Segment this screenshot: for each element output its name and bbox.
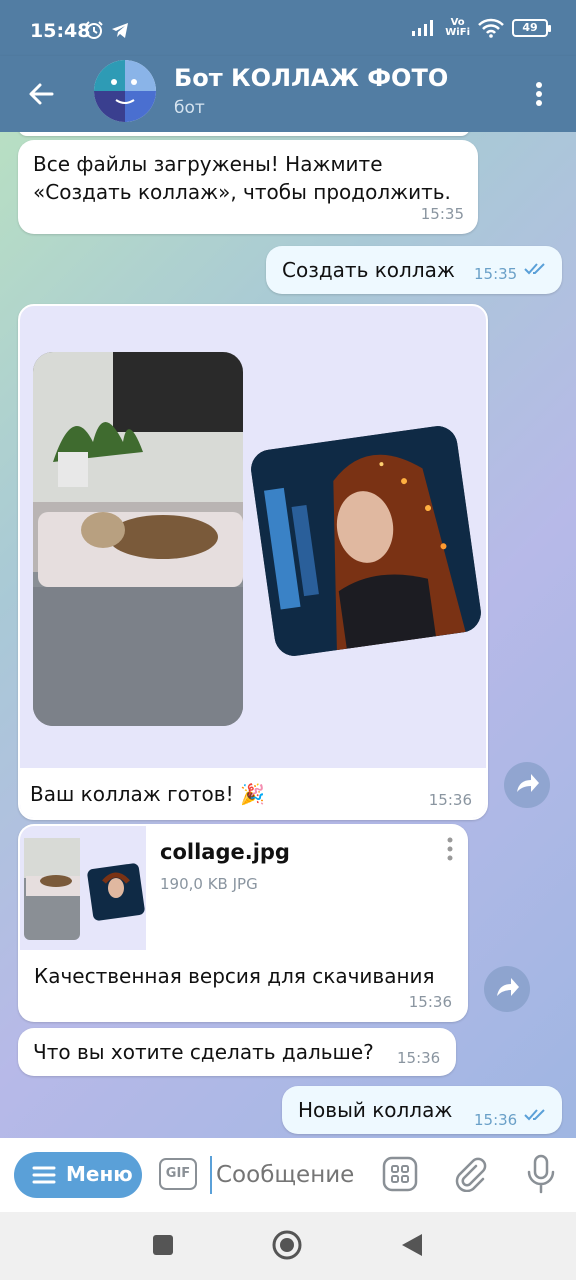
hamburger-icon <box>32 1166 56 1184</box>
recent-apps-icon[interactable] <box>152 1234 174 1256</box>
message-time: 15:36 <box>474 1111 518 1129</box>
file-message[interactable]: collage.jpg 190,0 KB JPG Качественная ве… <box>18 824 468 1022</box>
battery-icon: 49 <box>512 19 551 37</box>
message-time: 15:36 <box>408 993 452 1011</box>
back-nav-icon[interactable] <box>400 1232 424 1258</box>
telegram-icon <box>112 23 128 38</box>
caption-area: Ваш коллаж готов! 🎉 15:36 <box>20 768 486 818</box>
file-name[interactable]: collage.jpg <box>160 838 290 866</box>
bot-commands-icon[interactable] <box>382 1156 418 1192</box>
message-text: Что вы хотите сделать дальше? <box>33 1040 374 1064</box>
double-check-icon <box>524 1109 545 1121</box>
alarm-icon <box>85 21 103 39</box>
forward-button[interactable] <box>504 762 550 808</box>
bot-menu-button[interactable]: Меню <box>14 1152 142 1198</box>
cat-photo[interactable] <box>33 352 243 726</box>
message-input[interactable] <box>210 1156 370 1194</box>
double-check-icon <box>524 263 545 275</box>
chat-subtitle: бот <box>174 98 205 118</box>
message-incoming[interactable]: Что вы хотите сделать дальше? 15:36 <box>18 1028 456 1076</box>
file-options-icon[interactable] <box>440 834 460 864</box>
message-outgoing[interactable]: Создать коллаж 15:35 <box>266 246 562 294</box>
message-composer: Меню GIF <box>0 1138 576 1212</box>
portrait-photo[interactable] <box>248 423 484 659</box>
back-arrow-icon[interactable] <box>22 74 62 114</box>
status-right-icons: Vo WiFi 49 <box>411 17 551 38</box>
message-outgoing[interactable]: Новый коллаж 15:36 <box>282 1086 562 1134</box>
previous-message <box>18 132 470 136</box>
message-text: Создать коллаж <box>282 258 455 282</box>
message-time: 15:36 <box>397 1049 441 1067</box>
message-incoming[interactable]: Все файлы загружены! Нажмите «Создать ко… <box>18 140 478 234</box>
wifi-icon <box>478 18 504 38</box>
status-left-icons <box>84 20 130 40</box>
vowifi-indicator: Vo WiFi <box>445 17 470 38</box>
system-navigation-bar <box>0 1212 576 1280</box>
gif-button[interactable]: GIF <box>159 1158 197 1190</box>
home-icon[interactable] <box>272 1230 302 1260</box>
attach-icon[interactable] <box>452 1156 488 1192</box>
share-arrow-icon <box>517 774 539 792</box>
more-options-icon[interactable] <box>524 76 554 112</box>
chat-area[interactable]: Все файлы загружены! Нажмите «Создать ко… <box>0 132 576 1138</box>
menu-label: Меню <box>66 1162 133 1186</box>
share-arrow-icon <box>497 978 519 996</box>
status-bar: 15:48 Vo WiFi 49 <box>0 0 576 64</box>
message-time: 15:35 <box>474 265 518 283</box>
message-text: Новый коллаж <box>298 1098 453 1122</box>
signal-icon <box>412 20 434 36</box>
message-text: Ваш коллаж готов! 🎉 <box>30 782 265 806</box>
file-meta: 190,0 KB JPG <box>160 875 258 893</box>
file-thumbnail[interactable] <box>20 826 146 950</box>
message-time: 15:36 <box>428 791 472 809</box>
message-text: Все файлы загружены! Нажмите «Создать ко… <box>33 152 451 204</box>
chat-title[interactable]: Бот КОЛЛАЖ ФОТО <box>174 64 448 92</box>
microphone-icon[interactable] <box>524 1154 558 1194</box>
message-text: Качественная версия для скачивания <box>34 964 435 988</box>
chat-header: Бот КОЛЛАЖ ФОТО бот <box>0 56 576 132</box>
bot-avatar[interactable] <box>94 60 156 122</box>
status-time: 15:48 <box>30 20 91 42</box>
forward-button[interactable] <box>484 966 530 1012</box>
message-time: 15:35 <box>420 205 464 223</box>
